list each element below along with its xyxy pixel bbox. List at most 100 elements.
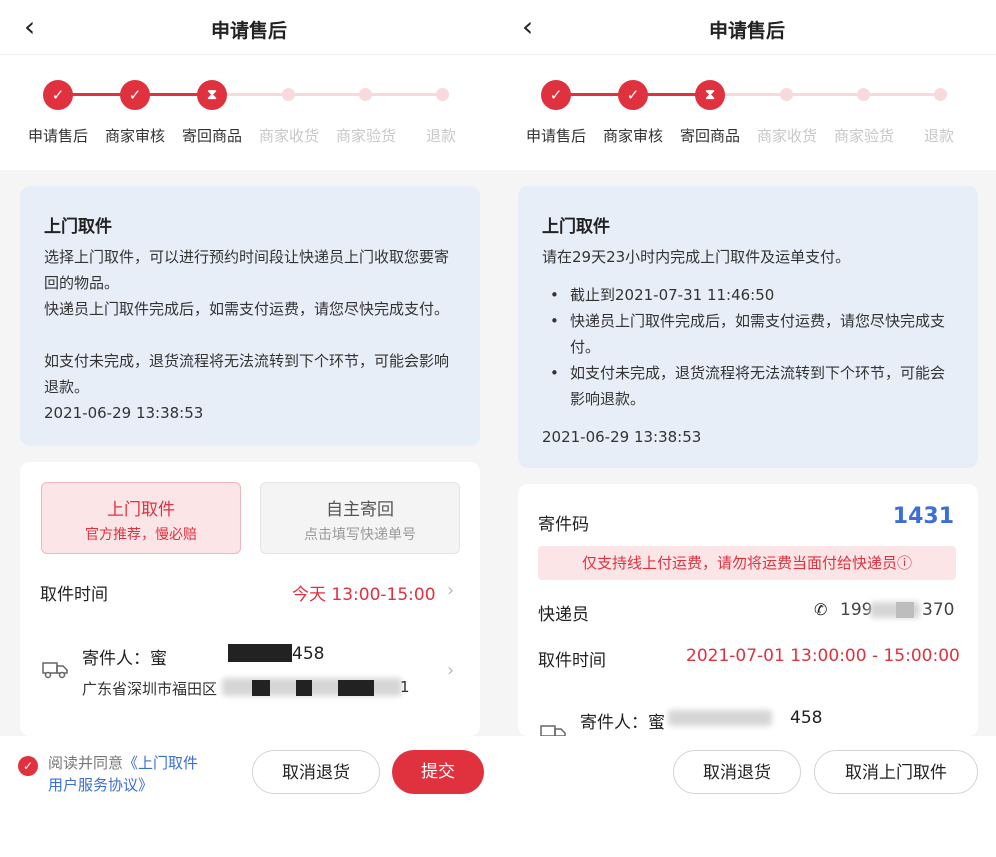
agreement-link[interactable]: 《上门取件 xyxy=(123,754,198,772)
bullet-dot: • xyxy=(550,286,559,304)
sender-phone-tail: 458 xyxy=(790,708,823,728)
sender-name: 寄件人：蜜 xyxy=(82,649,167,669)
right-screen: ‹ 申请售后 ✓ ✓ ⧗ 申请售后 商家审核 寄回商品 商家收货 商家验货 退款… xyxy=(498,0,996,857)
sender-address: 广东省深圳市福田区 xyxy=(82,680,218,698)
check-icon: ✓ xyxy=(541,80,571,110)
header: ‹ 申请售后 xyxy=(0,0,498,55)
step-dot xyxy=(934,88,947,101)
courier-phone[interactable]: 199 xyxy=(840,600,872,620)
notice-title: 上门取件 xyxy=(542,217,610,237)
progress-steps: ✓ ✓ ⧗ 申请售后 商家审核 寄回商品 商家收货 商家验货 退款 xyxy=(498,80,996,150)
progress-track-pending xyxy=(213,93,443,96)
step-dot xyxy=(780,88,793,101)
truck-icon xyxy=(42,662,68,679)
redaction-blur xyxy=(668,710,772,726)
bullet-text: 如支付未完成，退货流程将无法流转到下个环节，可能会影响退款。 xyxy=(570,364,946,408)
pickup-notice: 上门取件 请在29天23小时内完成上门取件及运单支付。 • 截止到2021-07-… xyxy=(518,186,978,468)
step-label: 商家收货 xyxy=(258,127,319,145)
redaction-bar xyxy=(896,602,914,618)
hourglass-icon: ⧗ xyxy=(197,80,227,110)
chevron-right-icon: › xyxy=(447,660,455,681)
pickup-code-label: 寄件码 xyxy=(538,515,589,535)
cancel-pickup-button[interactable]: 取消上门取件 xyxy=(814,750,978,794)
notice-text: 如支付未完成，退货流程将无法流转到下个环节，可能会影响退款。 xyxy=(44,352,450,396)
option-title: 自主寄回 xyxy=(326,500,394,520)
notice-text: 选择上门取件，可以进行预约时间段让快递员上门收取您要寄回的物品。 xyxy=(44,248,450,292)
notice-timestamp: 2021-06-29 13:38:53 xyxy=(44,404,204,422)
step-dot xyxy=(857,88,870,101)
pickup-notice: 上门取件 选择上门取件，可以进行预约时间段让快递员上门收取您要寄回的物品。 快递… xyxy=(20,186,480,446)
header: ‹ 申请售后 xyxy=(498,0,996,55)
step-label: 商家收货 xyxy=(756,127,817,145)
pickup-time-label: 取件时间 xyxy=(538,651,606,671)
step-label: 商家审核 xyxy=(104,127,165,145)
footer-bar: ✓ 阅读并同意《上门取件 用户服务协议》 取消退货 提交 xyxy=(0,736,498,857)
check-icon: ✓ xyxy=(618,80,648,110)
option-pickup[interactable]: 上门取件 官方推荐，慢必赔 xyxy=(41,482,241,554)
bullet-text: 截止到2021-07-31 11:46:50 xyxy=(570,286,775,304)
option-subtitle: 点击填写快递单号 xyxy=(304,527,416,543)
notice-intro: 请在29天23小时内完成上门取件及运单支付。 xyxy=(542,248,851,266)
chevron-right-icon: › xyxy=(447,580,455,601)
notice-title: 上门取件 xyxy=(44,217,112,237)
check-icon: ✓ xyxy=(43,80,73,110)
hourglass-icon: ⧗ xyxy=(695,80,725,110)
cancel-return-button[interactable]: 取消退货 xyxy=(252,750,380,794)
agreement-text: 阅读并同意《上门取件 用户服务协议》 xyxy=(48,752,228,796)
redaction-bar xyxy=(228,644,292,662)
bullet-dot: • xyxy=(550,364,559,382)
option-subtitle: 官方推荐，慢必赔 xyxy=(85,527,197,543)
step-label: 寄回商品 xyxy=(181,127,242,145)
courier-phone-tail: 370 xyxy=(922,600,955,620)
option-self-send[interactable]: 自主寄回 点击填写快递单号 xyxy=(260,482,460,554)
redaction-bar xyxy=(252,680,270,696)
step-label: 申请售后 xyxy=(525,127,586,145)
redaction-bar xyxy=(338,680,374,696)
payment-warning[interactable]: 仅支持线上付运费，请勿将运费当面付给快递员ⓘ xyxy=(538,546,956,580)
step-label: 申请售后 xyxy=(27,127,88,145)
step-dot xyxy=(282,88,295,101)
submit-button[interactable]: 提交 xyxy=(392,750,484,794)
notice-bullet: • 如支付未完成，退货流程将无法流转到下个环节，可能会影响退款。 xyxy=(542,360,952,412)
sender-phone-tail: 458 xyxy=(292,644,325,664)
agreement-link[interactable]: 用户服务协议》 xyxy=(48,776,153,794)
step-label: 退款 xyxy=(425,127,456,145)
pickup-time-label: 取件时间 xyxy=(40,585,108,605)
step-dot xyxy=(436,88,449,101)
courier-label: 快递员 xyxy=(538,605,589,625)
agree-prefix: 阅读并同意 xyxy=(48,754,124,772)
sender-address-tail: 1 xyxy=(400,678,410,696)
notice-text: 快递员上门取件完成后，如需支付运费，请您尽快完成支付。 xyxy=(44,300,450,318)
notice-timestamp: 2021-06-29 13:38:53 xyxy=(542,428,702,446)
left-screen: ‹ 申请售后 ✓ ✓ ⧗ 申请售后 商家审核 寄回商品 商家收货 商家验货 退款… xyxy=(0,0,498,857)
sender-name: 寄件人：蜜 xyxy=(580,713,665,733)
step-label: 寄回商品 xyxy=(679,127,740,145)
step-label: 商家审核 xyxy=(602,127,663,145)
option-title: 上门取件 xyxy=(107,500,175,520)
pickup-code-value: 1431 xyxy=(892,504,954,529)
step-label: 退款 xyxy=(923,127,954,145)
phone-icon[interactable]: ✆ xyxy=(814,600,827,619)
page-title: 申请售后 xyxy=(210,20,287,42)
pickup-info-card: 寄件码 1431 仅支持线上付运费，请勿将运费当面付给快递员ⓘ 快递员 ✆ 19… xyxy=(518,484,978,737)
redaction-bar xyxy=(296,680,312,696)
pickup-card: 上门取件 官方推荐，慢必赔 自主寄回 点击填写快递单号 取件时间 今天 13:0… xyxy=(20,462,480,736)
check-icon: ✓ xyxy=(120,80,150,110)
pickup-time-value: 2021-07-01 13:00:00 - 15:00:00 xyxy=(686,646,960,666)
progress-steps: ✓ ✓ ⧗ 申请售后 商家审核 寄回商品 商家收货 商家验货 退款 xyxy=(0,80,498,150)
step-dot xyxy=(359,88,372,101)
pickup-time-value: 今天 13:00-15:00 xyxy=(292,585,436,605)
step-label: 商家验货 xyxy=(833,127,894,145)
progress-track-pending xyxy=(711,93,941,96)
notice-bullet: • 截止到2021-07-31 11:46:50 xyxy=(542,282,952,308)
bullet-text: 快递员上门取件完成后，如需支付运费，请您尽快完成支付。 xyxy=(570,312,946,356)
redaction-blur xyxy=(222,678,402,696)
step-label: 商家验货 xyxy=(335,127,396,145)
bullet-dot: • xyxy=(550,312,559,330)
notice-bullet: • 快递员上门取件完成后，如需支付运费，请您尽快完成支付。 xyxy=(542,308,952,360)
notice-bullets: • 截止到2021-07-31 11:46:50 • 快递员上门取件完成后，如需支付… xyxy=(542,282,952,412)
cancel-return-button[interactable]: 取消退货 xyxy=(673,750,801,794)
page-title: 申请售后 xyxy=(708,20,785,42)
agree-checkbox[interactable]: ✓ xyxy=(18,756,38,776)
footer-bar: 取消退货 取消上门取件 xyxy=(498,736,996,857)
